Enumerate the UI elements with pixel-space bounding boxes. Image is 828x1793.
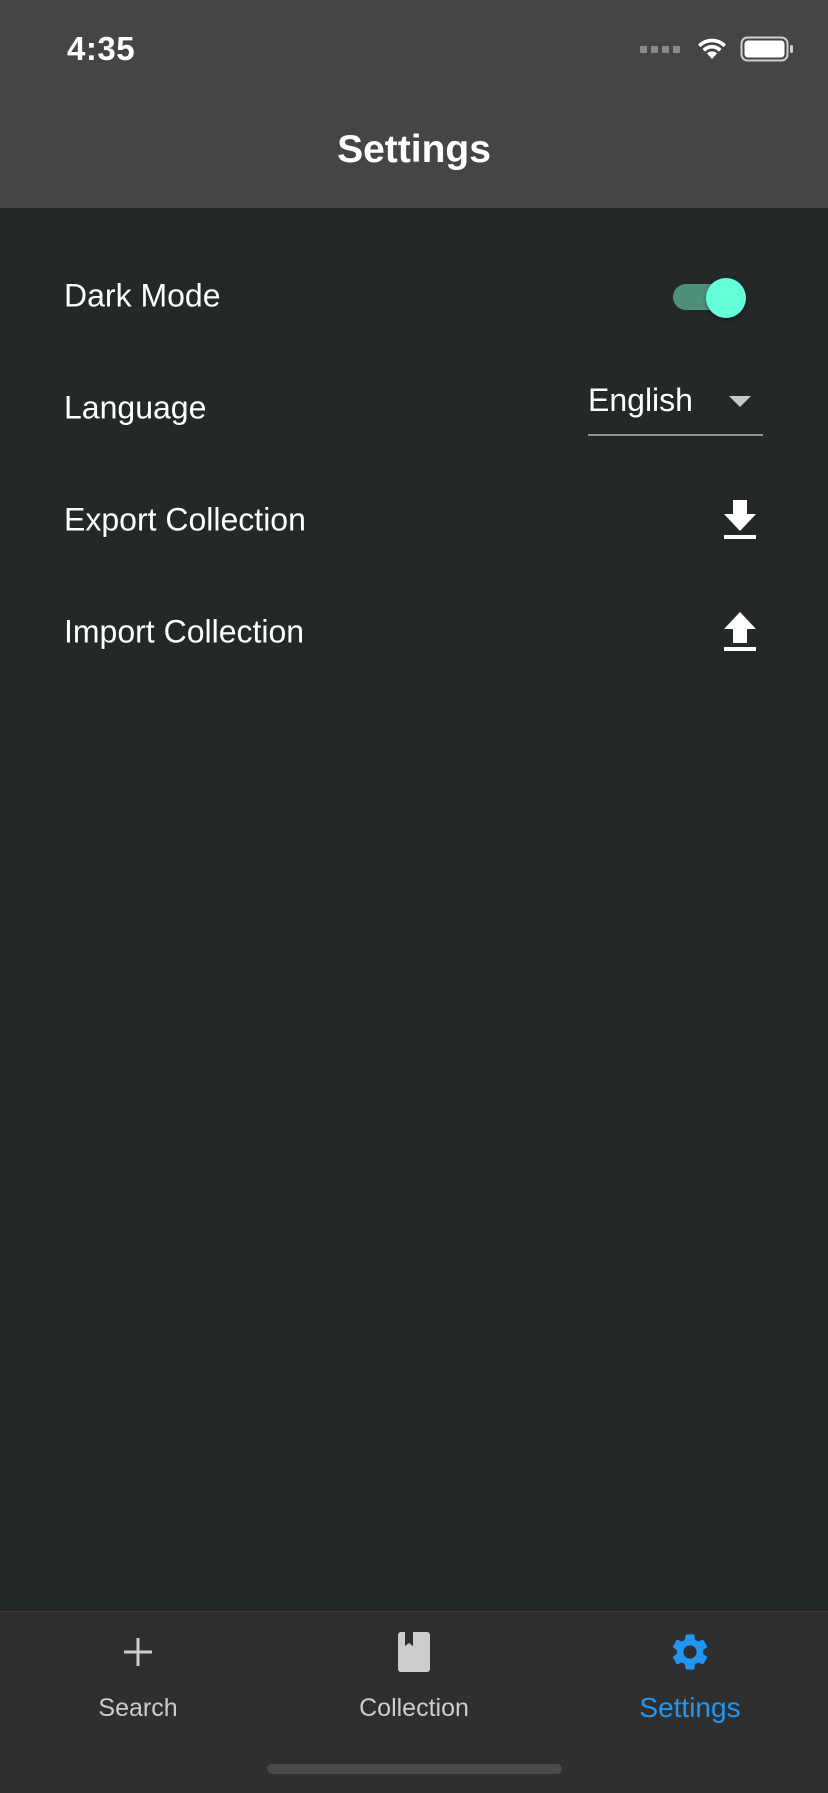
toggle-thumb: [706, 278, 746, 318]
language-label: Language: [64, 389, 207, 426]
status-indicators: [640, 36, 794, 62]
settings-row-import: Import Collection: [0, 576, 828, 688]
dark-mode-label: Dark Mode: [64, 277, 221, 314]
tab-collection-label: Collection: [359, 1694, 469, 1722]
language-dropdown[interactable]: English: [588, 374, 763, 436]
app-screen: 4:35 Settings Dark Mode Language English…: [0, 0, 828, 1793]
tab-search-label: Search: [98, 1694, 178, 1722]
plus-icon: [124, 1638, 152, 1666]
gear-icon: [672, 1634, 708, 1670]
app-header: 4:35 Settings: [0, 0, 828, 208]
dark-mode-toggle[interactable]: [670, 278, 746, 318]
home-indicator: [267, 1764, 562, 1774]
book-icon: [398, 1632, 430, 1672]
tab-search[interactable]: Search: [0, 1612, 276, 1722]
tab-collection[interactable]: Collection: [276, 1612, 552, 1722]
tab-settings[interactable]: Settings: [552, 1612, 828, 1723]
settings-row-language: Language English: [0, 352, 828, 464]
upload-icon[interactable]: [720, 610, 760, 654]
cellular-signal-icon: [640, 45, 680, 53]
status-time: 4:35: [67, 30, 136, 67]
wifi-icon: [698, 38, 726, 59]
download-icon[interactable]: [720, 498, 760, 542]
battery-icon: [740, 36, 793, 62]
page-title: Settings: [337, 128, 491, 171]
settings-row-dark-mode: Dark Mode: [0, 240, 828, 352]
settings-row-export: Export Collection: [0, 464, 828, 576]
caret-down-icon: [729, 396, 751, 407]
language-selected-value: English: [588, 382, 693, 418]
export-collection-label: Export Collection: [64, 501, 306, 538]
import-collection-label: Import Collection: [64, 613, 305, 650]
tab-settings-label: Settings: [639, 1692, 741, 1723]
